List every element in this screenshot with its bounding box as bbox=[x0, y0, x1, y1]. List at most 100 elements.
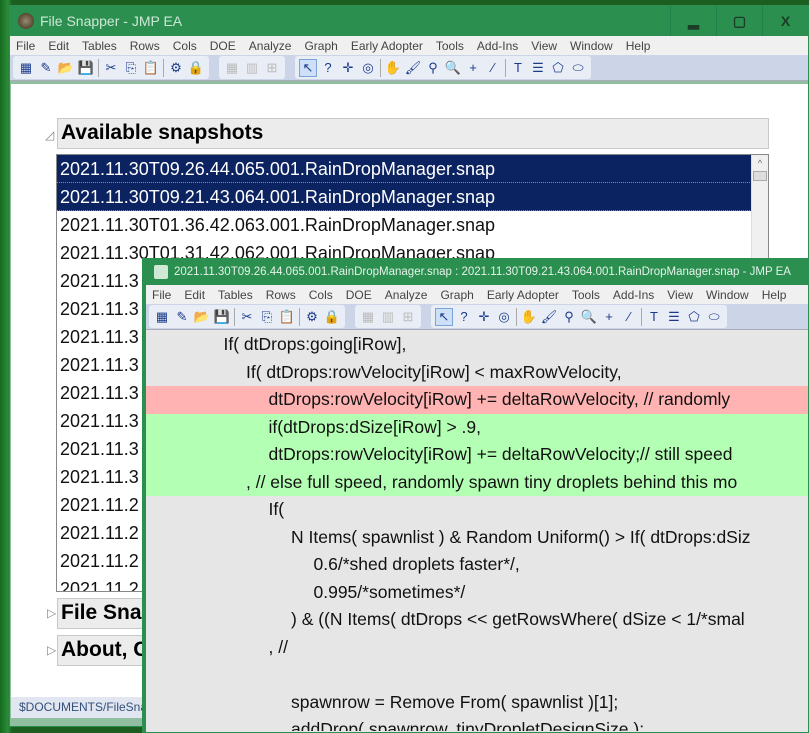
line-icon[interactable]: ⁄ bbox=[620, 308, 638, 326]
menu-graph[interactable]: Graph bbox=[304, 39, 337, 53]
toolbar-separator bbox=[641, 307, 642, 326]
lasso-icon[interactable]: ⚲ bbox=[560, 308, 578, 326]
menu-edit[interactable]: Edit bbox=[48, 39, 69, 53]
menu-tables[interactable]: Tables bbox=[82, 39, 117, 53]
menu-doe[interactable]: DOE bbox=[210, 39, 236, 53]
menu-early-adopter[interactable]: Early Adopter bbox=[351, 39, 423, 53]
target-icon[interactable]: ◎ bbox=[359, 59, 377, 77]
arrow-icon[interactable]: ↖ bbox=[299, 58, 317, 77]
polygon-icon[interactable]: ⬠ bbox=[685, 308, 703, 326]
cut-icon[interactable]: ✂ bbox=[102, 59, 120, 77]
menu-tables[interactable]: Tables bbox=[218, 288, 253, 302]
hand-icon[interactable]: ✋ bbox=[384, 59, 402, 77]
title-bar[interactable]: 2021.11.30T09.26.44.065.001.RainDropMana… bbox=[146, 259, 808, 285]
lock-icon[interactable]: 🔒 bbox=[187, 59, 205, 77]
crosshair-icon[interactable]: ✛ bbox=[475, 308, 493, 326]
column-icon[interactable]: ▥ bbox=[243, 59, 261, 77]
crosshair-icon[interactable]: ✛ bbox=[339, 59, 357, 77]
settings-icon[interactable]: ⚙ bbox=[167, 59, 185, 77]
menu-add-ins[interactable]: Add-Ins bbox=[613, 288, 654, 302]
polygon-icon[interactable]: ⬠ bbox=[549, 59, 567, 77]
menu-view[interactable]: View bbox=[531, 39, 557, 53]
open-icon[interactable]: 📂 bbox=[57, 59, 75, 77]
plus-icon[interactable]: + bbox=[600, 308, 618, 326]
hand-icon[interactable]: ✋ bbox=[520, 308, 538, 326]
available-snapshots-header[interactable]: Available snapshots bbox=[57, 118, 769, 149]
add-rows-icon[interactable]: ⊞ bbox=[399, 308, 417, 326]
add-rows-icon[interactable]: ⊞ bbox=[263, 59, 281, 77]
menu-help[interactable]: Help bbox=[626, 39, 651, 53]
menu-bar: File Edit Tables Rows Cols DOE Analyze Graph Ear… bbox=[146, 285, 808, 304]
data-grid-icon[interactable]: ▦ bbox=[223, 59, 241, 77]
settings-icon[interactable]: ⚙ bbox=[303, 308, 321, 326]
code-diff-view[interactable]: If( dtDrops:going[iRow], If( dtDrops:rowV… bbox=[146, 331, 808, 731]
paste-icon[interactable]: 📋 bbox=[142, 59, 160, 77]
new-script-icon[interactable]: ✎ bbox=[173, 308, 191, 326]
help-icon[interactable]: ? bbox=[455, 308, 473, 326]
cut-icon[interactable]: ✂ bbox=[238, 308, 256, 326]
snapshot-list-item[interactable]: 2021.11.30T09.21.43.064.001.RainDropMana… bbox=[57, 183, 768, 211]
save-icon[interactable]: 💾 bbox=[213, 308, 231, 326]
menu-edit[interactable]: Edit bbox=[184, 288, 205, 302]
brush-icon[interactable]: 🖌 bbox=[404, 59, 422, 77]
maximize-button[interactable]: ▢ bbox=[716, 6, 762, 36]
close-button[interactable]: X bbox=[762, 6, 808, 36]
code-line-add: dtDrops:rowVelocity[iRow] += deltaRowVel… bbox=[146, 441, 808, 469]
menu-graph[interactable]: Graph bbox=[440, 288, 473, 302]
scroll-up-icon[interactable]: ^ bbox=[752, 155, 768, 171]
title-bar[interactable]: File Snapper - JMP EA ▂ ▢ X bbox=[10, 6, 808, 36]
menu-analyze[interactable]: Analyze bbox=[385, 288, 428, 302]
collapse-triangle-icon[interactable]: ◿ bbox=[45, 128, 54, 142]
paste-icon[interactable]: 📋 bbox=[278, 308, 296, 326]
open-icon[interactable]: 📂 bbox=[193, 308, 211, 326]
expand-triangle-icon[interactable]: ▷ bbox=[47, 606, 56, 620]
target-icon[interactable]: ◎ bbox=[495, 308, 513, 326]
menu-doe[interactable]: DOE bbox=[346, 288, 372, 302]
data-grid-icon[interactable]: ▦ bbox=[359, 308, 377, 326]
menu-tools[interactable]: Tools bbox=[436, 39, 464, 53]
save-icon[interactable]: 💾 bbox=[77, 59, 95, 77]
magnifier-icon[interactable]: 🔍 bbox=[580, 308, 598, 326]
magnifier-icon[interactable]: 🔍 bbox=[444, 59, 462, 77]
menu-analyze[interactable]: Analyze bbox=[249, 39, 292, 53]
text-icon[interactable]: T bbox=[645, 308, 663, 326]
menu-add-ins[interactable]: Add-Ins bbox=[477, 39, 518, 53]
menu-rows[interactable]: Rows bbox=[266, 288, 296, 302]
snapshot-list-item[interactable]: 2021.11.30T09.26.44.065.001.RainDropMana… bbox=[57, 155, 768, 183]
menu-tools[interactable]: Tools bbox=[572, 288, 600, 302]
menu-cols[interactable]: Cols bbox=[173, 39, 197, 53]
line-icon[interactable]: ⁄ bbox=[484, 59, 502, 77]
jmp-app-icon bbox=[18, 13, 34, 29]
menu-help[interactable]: Help bbox=[762, 288, 787, 302]
snapshot-list-item[interactable]: 2021.11.30T01.36.42.063.001.RainDropMana… bbox=[57, 211, 768, 239]
menu-file[interactable]: File bbox=[16, 39, 35, 53]
new-script-icon[interactable]: ✎ bbox=[37, 59, 55, 77]
menu-window[interactable]: Window bbox=[706, 288, 749, 302]
ellipse-icon[interactable]: ⬭ bbox=[705, 308, 723, 326]
list-icon[interactable]: ☰ bbox=[665, 308, 683, 326]
list-icon[interactable]: ☰ bbox=[529, 59, 547, 77]
menu-view[interactable]: View bbox=[667, 288, 693, 302]
expand-triangle-icon[interactable]: ▷ bbox=[47, 643, 56, 657]
toolbar-separator bbox=[299, 307, 300, 326]
new-table-icon[interactable]: ▦ bbox=[153, 308, 171, 326]
plus-icon[interactable]: + bbox=[464, 59, 482, 77]
arrow-icon[interactable]: ↖ bbox=[435, 307, 453, 326]
menu-rows[interactable]: Rows bbox=[130, 39, 160, 53]
brush-icon[interactable]: 🖌 bbox=[540, 308, 558, 326]
new-table-icon[interactable]: ▦ bbox=[17, 59, 35, 77]
column-icon[interactable]: ▥ bbox=[379, 308, 397, 326]
minimize-button[interactable]: ▂ bbox=[670, 6, 716, 36]
menu-file[interactable]: File bbox=[152, 288, 171, 302]
ellipse-icon[interactable]: ⬭ bbox=[569, 59, 587, 77]
help-icon[interactable]: ? bbox=[319, 59, 337, 77]
menu-early-adopter[interactable]: Early Adopter bbox=[487, 288, 559, 302]
menu-window[interactable]: Window bbox=[570, 39, 613, 53]
scroll-thumb[interactable] bbox=[753, 171, 767, 181]
lock-icon[interactable]: 🔒 bbox=[323, 308, 341, 326]
lasso-icon[interactable]: ⚲ bbox=[424, 59, 442, 77]
copy-icon[interactable]: ⎘ bbox=[122, 59, 140, 77]
copy-icon[interactable]: ⎘ bbox=[258, 308, 276, 326]
menu-cols[interactable]: Cols bbox=[309, 288, 333, 302]
text-icon[interactable]: T bbox=[509, 59, 527, 77]
